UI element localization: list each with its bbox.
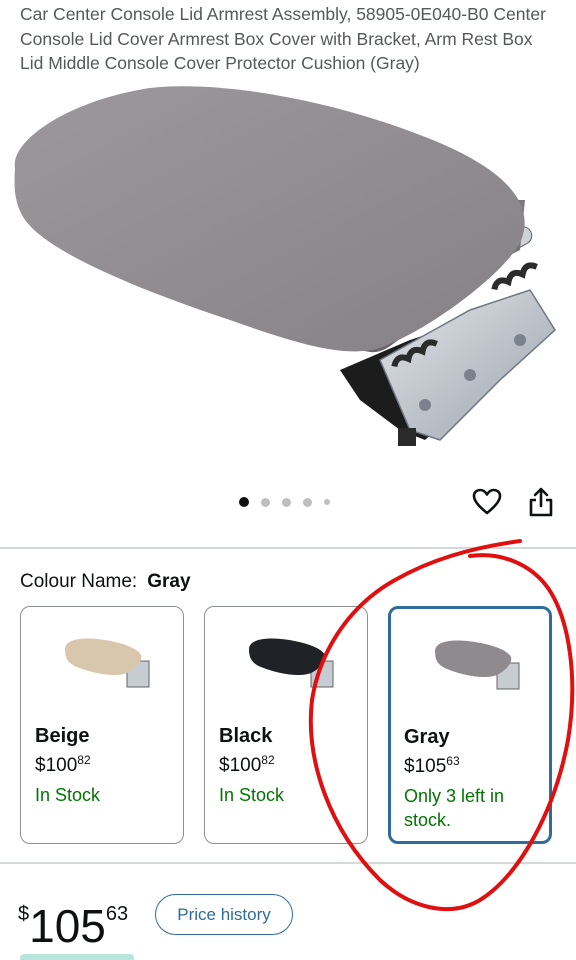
price-symbol: $ [404,756,415,777]
product-title: Car Center Console Lid Armrest Assembly,… [20,4,546,73]
stock-status: In Stock [219,785,285,805]
gallery-dot[interactable] [261,497,270,507]
section-divider [0,547,576,549]
colour-option-name: Beige [35,725,90,747]
colour-option-price: $10082 [35,753,91,777]
price-fraction: 82 [261,753,275,767]
price-history-button[interactable]: Price history [155,894,293,935]
price-symbol: $ [219,755,230,776]
price-whole: 105 [29,900,106,952]
stock-status: Only 3 left in stock. [404,786,505,830]
price-fraction: 63 [446,754,460,768]
colour-option-name: Gray [404,726,450,748]
gallery-dot-active[interactable] [239,497,249,507]
colour-option-price: $10563 [404,754,460,778]
price-whole: 105 [414,756,447,777]
price-whole: 100 [45,755,78,776]
gallery-dot[interactable] [324,499,330,505]
price-fraction: 82 [77,753,91,767]
colour-thumbnail [249,638,334,688]
gallery-dot[interactable] [282,497,291,507]
share-icon[interactable] [525,486,557,518]
section-divider [0,862,576,864]
heart-icon[interactable] [471,486,503,518]
colour-option-gray[interactable]: Gray $10563 Only 3 left in stock. [388,606,552,844]
colour-option-price: $10082 [219,753,275,777]
colour-thumbnail [435,640,520,690]
colour-name-label: Colour Name: [20,571,138,592]
swatch-lid [65,638,142,675]
gallery-pagination[interactable] [239,497,342,507]
colour-thumbnail [65,638,150,688]
colour-name-value: Gray [147,571,191,592]
stock-status: In Stock [35,785,101,805]
colour-option-beige[interactable]: Beige $10082 In Stock [20,606,184,844]
swatch-lid [435,640,512,677]
swatch-lid [249,638,326,675]
colour-option-name: Black [219,725,273,747]
colour-name-row: Colour Name: Gray [20,570,191,594]
gallery-dot[interactable] [303,497,312,507]
partial-badge [20,954,134,960]
price-symbol: $ [18,903,30,925]
current-price: $10563 [18,886,128,954]
price-whole: 100 [229,755,262,776]
product-image[interactable] [0,78,576,478]
colour-option-black[interactable]: Black $10082 In Stock [204,606,368,844]
price-symbol: $ [35,755,46,776]
price-fraction: 63 [105,903,129,925]
